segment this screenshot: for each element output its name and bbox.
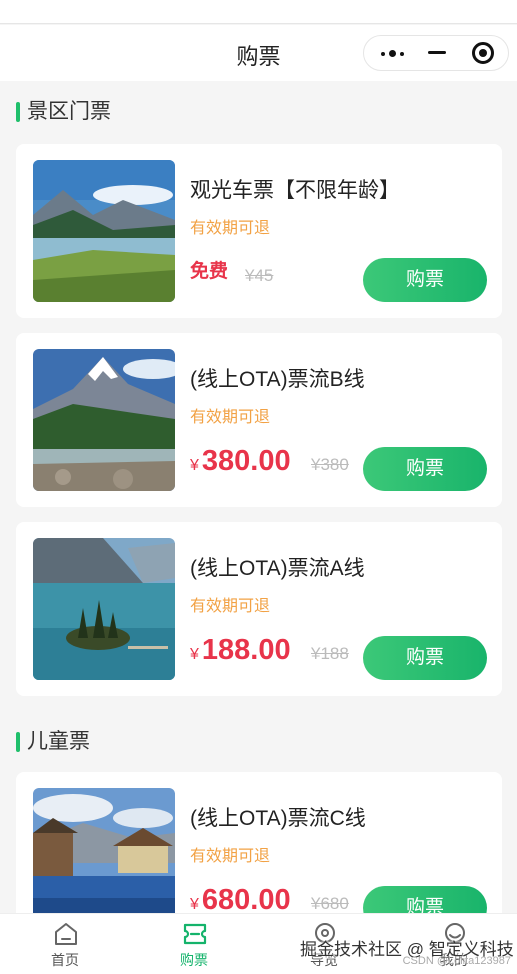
price-value: 680.00 <box>201 884 291 916</box>
section-accent-bar <box>16 732 20 752</box>
close-icon[interactable] <box>472 42 494 64</box>
ticket-card[interactable]: (线上OTA)票流B线 有效期可退 ¥380.00 ¥380 购票 <box>16 333 502 507</box>
free-label: 免费 <box>190 261 229 282</box>
section-title-text: 儿童票 <box>27 730 90 753</box>
buy-button[interactable]: 购票 <box>363 636 487 680</box>
tab-label: 首页 <box>51 952 79 968</box>
original-price: ¥188 <box>311 644 349 663</box>
currency-symbol: ¥ <box>190 457 199 474</box>
ticket-thumbnail <box>33 160 175 302</box>
ticket-thumbnail <box>33 349 175 491</box>
currency-symbol: ¥ <box>190 896 199 913</box>
price-value: 188.00 <box>201 634 291 666</box>
tab-label: 购票 <box>180 952 208 968</box>
ticket-name: (线上OTA)票流A线 <box>190 557 365 580</box>
refund-tag: 有效期可退 <box>190 598 271 615</box>
navigation-bar: 购票 <box>0 25 517 81</box>
currency-symbol: ¥ <box>190 646 199 663</box>
price-value: 380.00 <box>201 445 291 477</box>
ticket-price: 免费 <box>190 256 228 283</box>
ticket-thumbnail <box>33 788 175 930</box>
ticket-name: (线上OTA)票流C线 <box>190 807 366 830</box>
ticket-name: (线上OTA)票流B线 <box>190 368 365 391</box>
refund-tag: 有效期可退 <box>190 220 271 237</box>
minimize-icon[interactable] <box>428 51 446 54</box>
refund-tag: 有效期可退 <box>190 848 271 865</box>
ticket-card[interactable]: (线上OTA)票流A线 有效期可退 ¥188.00 ¥188 购票 <box>16 522 502 696</box>
ticket-card[interactable]: 观光车票【不限年龄】 有效期可退 免费 ¥45 购票 <box>16 144 502 318</box>
ticket-price: ¥188.00 <box>190 634 291 667</box>
tab-tickets[interactable]: 购票 <box>146 914 242 974</box>
watermark-small: CSDN @Lolita123987 <box>402 955 511 967</box>
mini-program-capsule <box>363 35 509 71</box>
ticket-icon <box>183 923 207 945</box>
ticket-price: ¥380.00 <box>190 445 291 478</box>
section-title-scenic: 景区门票 <box>16 100 111 124</box>
ticket-thumbnail <box>33 538 175 680</box>
home-icon <box>55 923 77 945</box>
original-price: ¥680 <box>311 894 349 913</box>
ticket-name: 观光车票【不限年龄】 <box>190 179 400 202</box>
section-title-text: 景区门票 <box>27 100 111 123</box>
tab-home[interactable]: 首页 <box>17 914 113 974</box>
more-icon[interactable] <box>376 36 412 70</box>
section-title-children: 儿童票 <box>16 730 90 754</box>
buy-button[interactable]: 购票 <box>363 447 487 491</box>
original-price: ¥45 <box>245 266 274 285</box>
section-accent-bar <box>16 102 20 122</box>
original-price: ¥380 <box>311 455 349 474</box>
status-bar <box>0 0 517 24</box>
refund-tag: 有效期可退 <box>190 409 271 426</box>
buy-button[interactable]: 购票 <box>363 258 487 302</box>
